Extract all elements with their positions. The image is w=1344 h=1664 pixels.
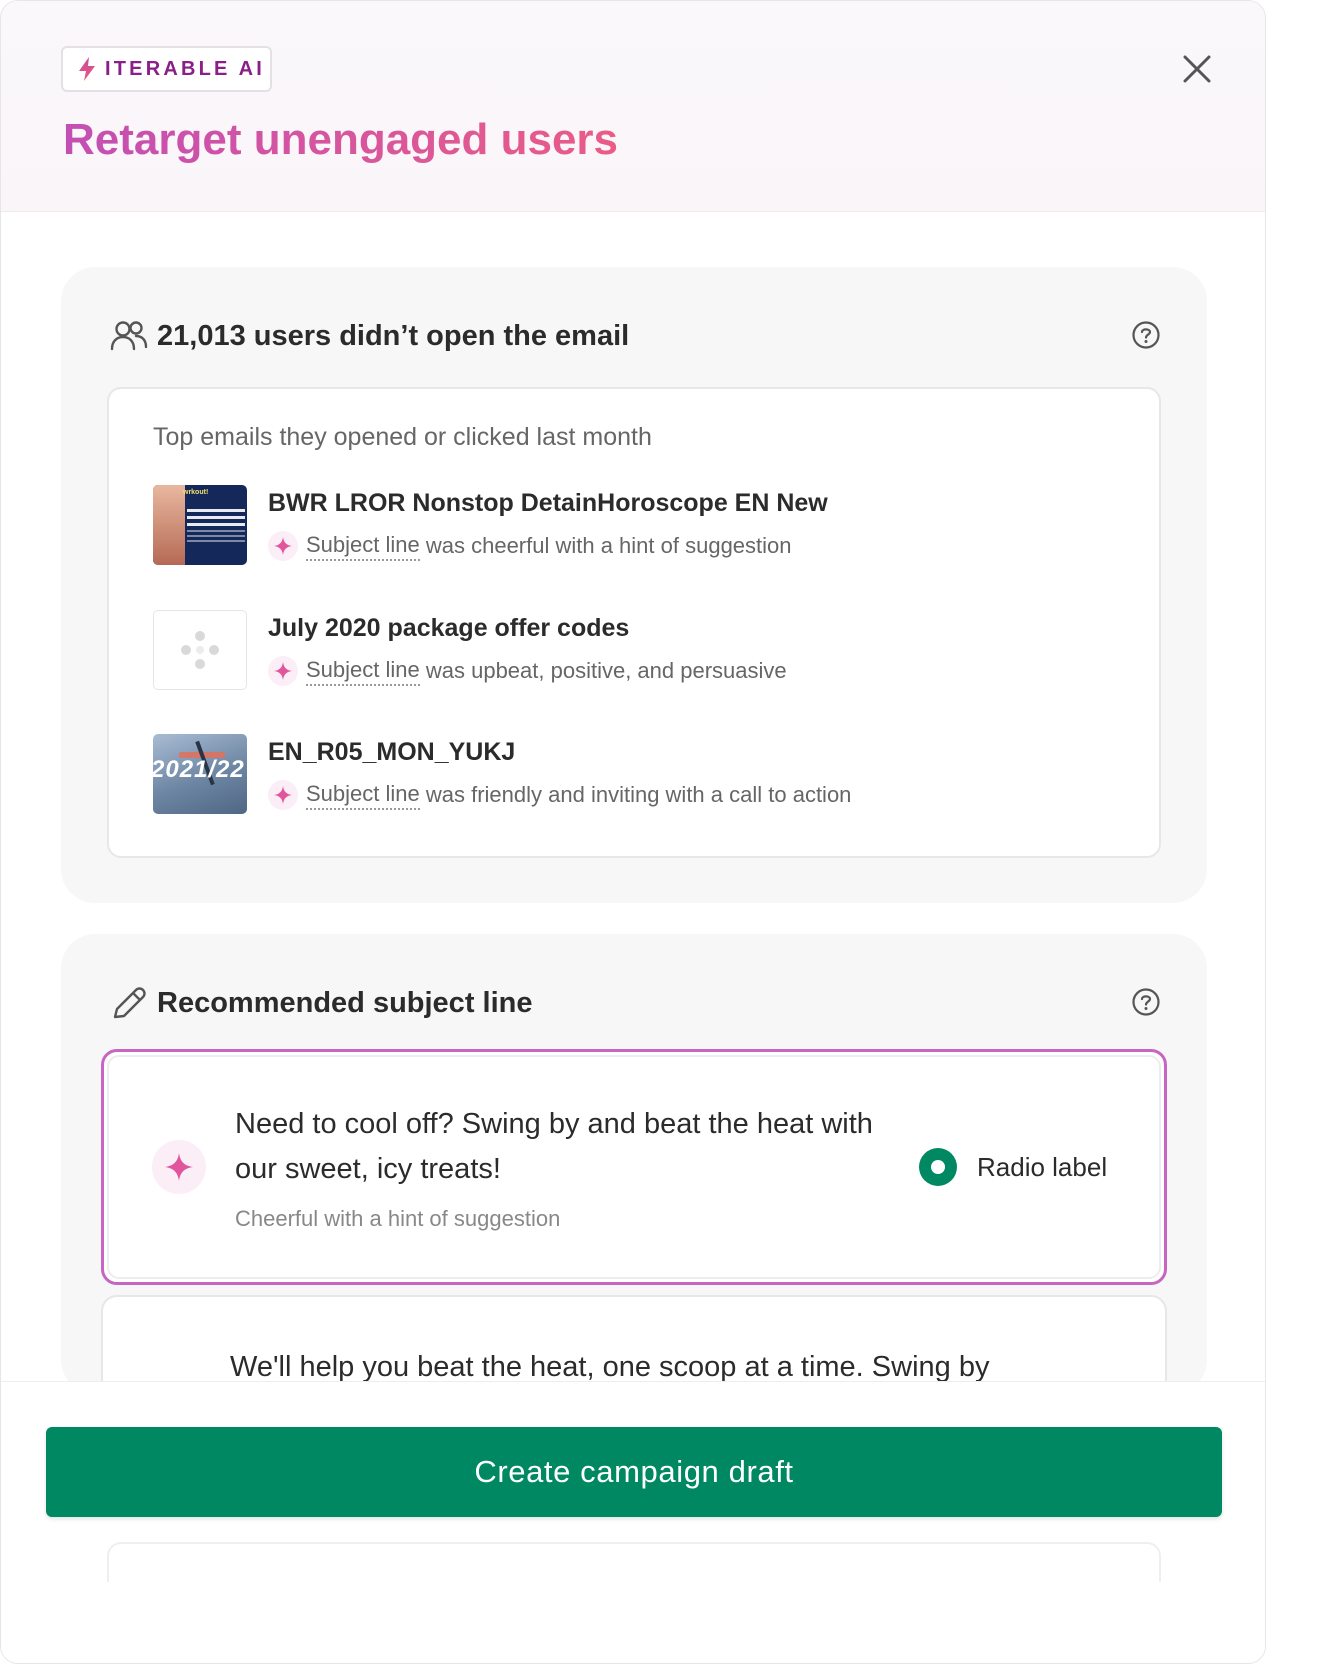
radio-button[interactable]	[919, 1148, 957, 1186]
panel-header: ITERABLE AI Retarget unengaged users	[1, 1, 1265, 212]
ai-panel: ITERABLE AI Retarget unengaged users 21,…	[0, 0, 1266, 1664]
page-title: Retarget unengaged users	[63, 115, 619, 164]
recommendation-header: Recommended subject line	[109, 983, 533, 1023]
recommendation-section: Recommended subject line Need to cool of…	[61, 934, 1207, 1595]
help-icon[interactable]	[1131, 987, 1161, 1017]
close-icon	[1183, 55, 1211, 83]
lightning-icon	[79, 57, 95, 81]
subject-line-link[interactable]: Subject line	[306, 781, 420, 810]
audience-header: 21,013 users didn’t open the email	[109, 316, 629, 356]
users-icon	[110, 321, 148, 351]
audience-title: 21,013 users didn’t open the email	[157, 319, 630, 352]
panel-footer: Create campaign draft	[1, 1381, 1265, 1663]
email-thumbnail: wrkout!	[153, 485, 247, 565]
badge-label: ITERABLE AI	[105, 57, 266, 80]
email-title: BWR LROR Nonstop DetainHoroscope EN New	[268, 489, 828, 517]
email-description: Subject line was upbeat, positive, and p…	[268, 656, 787, 686]
sparkle-icon	[268, 780, 298, 810]
next-card-peek	[107, 1542, 1161, 1582]
create-campaign-draft-button[interactable]: Create campaign draft	[46, 1427, 1222, 1517]
recommendation-title: Recommended subject line	[157, 986, 533, 1019]
help-icon[interactable]	[1131, 320, 1161, 350]
subject-line-tone: Cheerful with a hint of suggestion	[235, 1206, 561, 1231]
sparkle-icon	[268, 656, 298, 686]
email-item[interactable]: 2021/22 EN_R05_MON_YUKJ Subject line was…	[153, 734, 1113, 814]
email-title: July 2020 package offer codes	[268, 614, 630, 642]
email-description: Subject line was cheerful with a hint of…	[268, 531, 792, 561]
email-item[interactable]: wrkout! BWR LROR Nonstop DetainHoroscope…	[153, 485, 1113, 565]
subject-option-selected[interactable]: Need to cool off? Swing by and beat the …	[101, 1049, 1167, 1285]
email-description-text: was cheerful with a hint of suggestion	[419, 533, 792, 558]
placeholder-icon	[181, 631, 219, 669]
subject-line-link[interactable]: Subject line	[306, 532, 420, 561]
close-button[interactable]	[1177, 49, 1217, 89]
email-description-text: was friendly and inviting with a call to…	[419, 782, 852, 807]
top-emails-card: Top emails they opened or clicked last m…	[107, 387, 1161, 858]
audience-section: 21,013 users didn’t open the email Top e…	[61, 267, 1207, 903]
subject-line-link[interactable]: Subject line	[306, 657, 420, 686]
email-thumbnail-placeholder	[153, 610, 247, 690]
email-item[interactable]: July 2020 package offer codes Subject li…	[153, 610, 1113, 690]
email-title: EN_R05_MON_YUKJ	[268, 738, 516, 766]
thumbnail-year: 2021/22	[153, 756, 245, 783]
subject-line-text: Need to cool off? Swing by and beat the …	[235, 1108, 873, 1185]
radio-label: Radio label	[977, 1151, 1108, 1182]
top-emails-subtitle: Top emails they opened or clicked last m…	[153, 423, 652, 451]
pencil-icon	[113, 987, 146, 1019]
sparkle-icon	[152, 1140, 206, 1194]
email-description: Subject line was friendly and inviting w…	[268, 780, 851, 810]
iterable-ai-badge: ITERABLE AI	[61, 46, 272, 92]
thumbnail-logo: wrkout!	[183, 489, 209, 496]
sparkle-icon	[268, 531, 298, 561]
radio-option[interactable]: Radio label	[919, 1148, 1107, 1186]
email-description-text: was upbeat, positive, and persuasive	[419, 658, 787, 683]
email-thumbnail: 2021/22	[153, 734, 247, 814]
